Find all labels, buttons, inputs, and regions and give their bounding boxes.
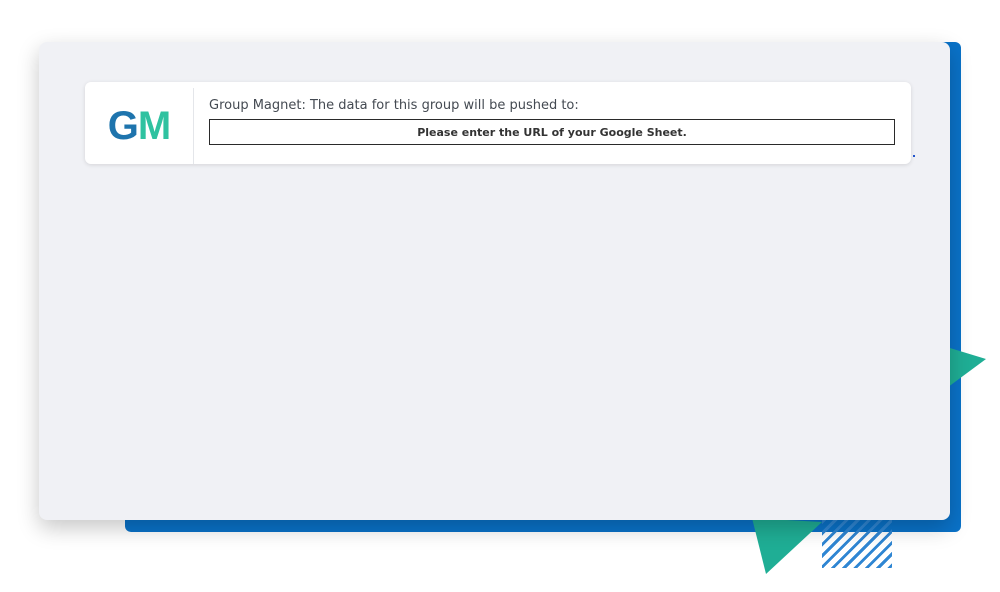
gm-logo-text: GM (107, 104, 171, 148)
push-destination-label: Group Magnet: The data for this group wi… (209, 98, 579, 113)
gm-logo: GM (85, 88, 194, 164)
link-dot (913, 155, 915, 157)
gm-logo-letter-m: M (137, 104, 171, 148)
group-magnet-card: GM Group Magnet: The data for this group… (85, 82, 911, 164)
card-content: Group Magnet: The data for this group wi… (209, 98, 899, 145)
teal-triangle-bottom-decoration (752, 518, 822, 574)
hatch-pattern-decoration (822, 520, 892, 568)
stage: GM Group Magnet: The data for this group… (0, 0, 1000, 592)
google-sheet-url-field[interactable]: Please enter the URL of your Google Shee… (209, 119, 895, 145)
app-window: GM Group Magnet: The data for this group… (39, 42, 950, 520)
gm-logo-letter-g: G (107, 104, 139, 148)
